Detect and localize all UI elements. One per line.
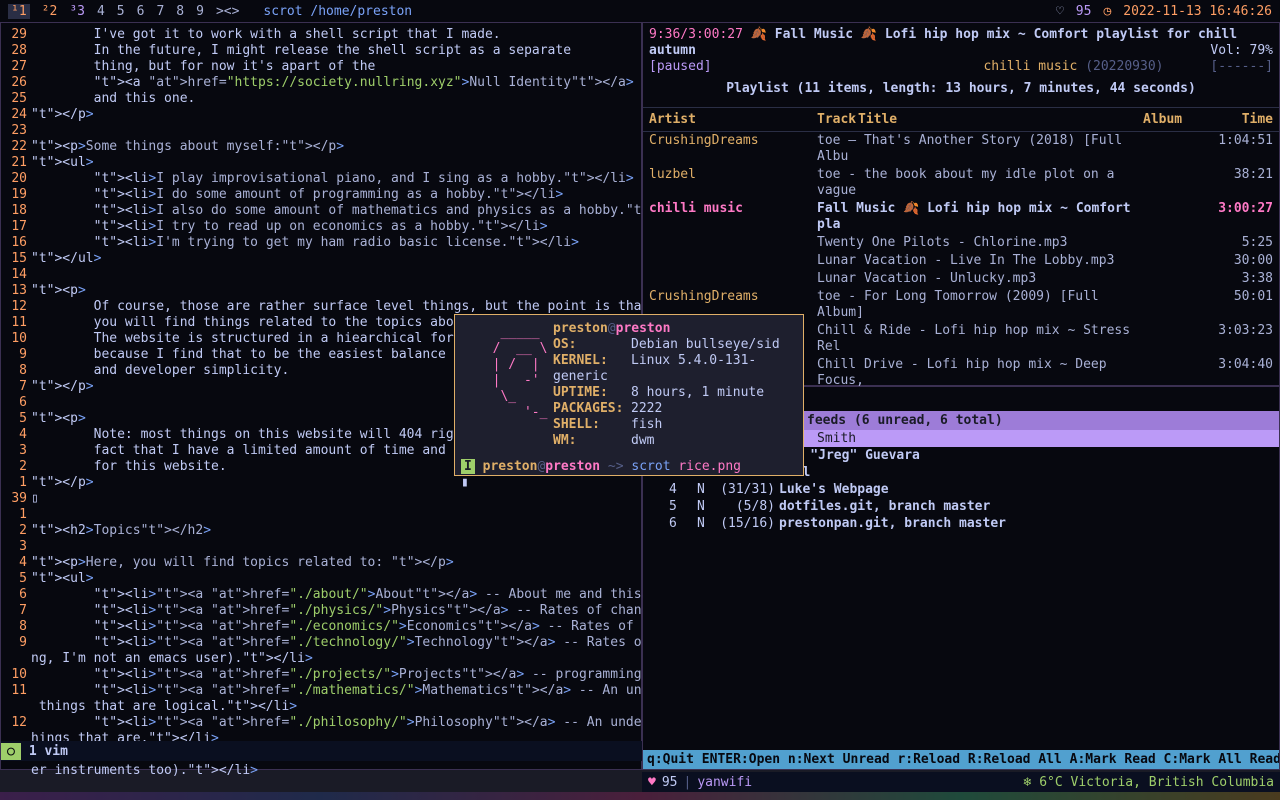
terminal-popup[interactable]: _____ / __ \ | / | | -' \_ '-_ preston@p… xyxy=(454,314,804,476)
playlist-summary: Playlist (11 items, length: 13 hours, 7 … xyxy=(649,81,1273,97)
fish-mode-badge: I xyxy=(461,459,475,474)
feeds-keybar: q:Quit ENTER:Open n:Next Unread r:Reload… xyxy=(643,750,1279,769)
prompt-text: preston xyxy=(483,459,538,474)
playlist-columns: Artist Track Title Album Time xyxy=(643,107,1279,132)
now-playing-year: (20220930) xyxy=(1085,59,1163,74)
workspace-tag[interactable]: ><> xyxy=(216,4,239,19)
workspace-tag[interactable]: 7 xyxy=(156,4,164,19)
top-bar: ¹1 ²2 ³3 456789 ><> scrot /home/preston ♡ 95… xyxy=(0,0,1280,22)
playlist-row[interactable]: Lunar Vacation - Unlucky.mp33:38 xyxy=(643,270,1279,288)
feed-row[interactable]: 6N(15/16)prestonpan.git, branch master xyxy=(643,515,1279,532)
workspace-tag[interactable]: ²2 xyxy=(42,4,58,19)
workspace-tag[interactable]: ¹1 xyxy=(8,4,30,19)
workspace-tag[interactable]: 4 xyxy=(97,4,105,19)
workspace-tag[interactable]: 8 xyxy=(176,4,184,19)
volume-label: Vol: 79% xyxy=(1210,43,1273,59)
decorative-strip xyxy=(0,792,1280,800)
command: scrot xyxy=(631,459,670,474)
playlist-row[interactable]: CrushingDreamstoe – That's Another Story… xyxy=(643,132,1279,166)
editor-status-bar: ○ 1 vim xyxy=(1,741,643,761)
feed-row[interactable]: 5N(5/8)dotfiles.git, branch master xyxy=(643,498,1279,515)
progress-bar: [------] xyxy=(1210,59,1273,75)
playlist-row[interactable]: luzbeltoe - the book about my idle plot … xyxy=(643,166,1279,200)
window-title: scrot /home/preston xyxy=(263,4,412,19)
now-playing-artist: chilli music xyxy=(983,59,1077,74)
editor-mode-badge: ○ xyxy=(1,743,21,760)
workspace-tag[interactable]: 5 xyxy=(117,4,125,19)
clock-icon: ◷ xyxy=(1103,4,1111,19)
playlist-row[interactable]: chilli musicFall Music 🍂 Lofi hip hop mi… xyxy=(643,200,1279,234)
workspace-tag[interactable]: 6 xyxy=(137,4,145,19)
heart-icon: ♡ xyxy=(1056,4,1064,19)
bottom-bar: ♥ 95 | yanwifi ❄ 6°C Victoria, British C… xyxy=(642,772,1280,792)
bottom-num: 95 xyxy=(662,775,678,790)
top-bar-right: ♡ 95 ◷ 2022-11-13 16:46:26 xyxy=(1056,4,1272,19)
playback-position: 9:36/3:00:27 xyxy=(649,27,743,42)
clock-text: 2022-11-13 16:46:26 xyxy=(1123,4,1272,19)
workspace-list[interactable]: ¹1 ²2 ³3 456789 ><> xyxy=(8,4,239,19)
playlist-row[interactable]: Lunar Vacation - Live In The Lobby.mp330… xyxy=(643,252,1279,270)
editor-filename: 1 vim xyxy=(29,744,68,759)
weather-text: ❄ 6°C Victoria, British Columbia xyxy=(1024,775,1274,790)
ascii-logo: _____ / __ \ | / | | -' \_ '-_ xyxy=(477,325,547,421)
battery-pct: 95 xyxy=(1076,4,1092,19)
paused-badge: [paused] xyxy=(649,59,712,74)
heart-icon: ♥ xyxy=(648,775,656,790)
workspace-tag[interactable]: ³3 xyxy=(69,4,85,19)
wifi-name: yanwifi xyxy=(697,775,752,790)
workspace-tag[interactable]: 9 xyxy=(196,4,204,19)
playlist-row[interactable]: Twenty One Pilots - Chlorine.mp35:25 xyxy=(643,234,1279,252)
